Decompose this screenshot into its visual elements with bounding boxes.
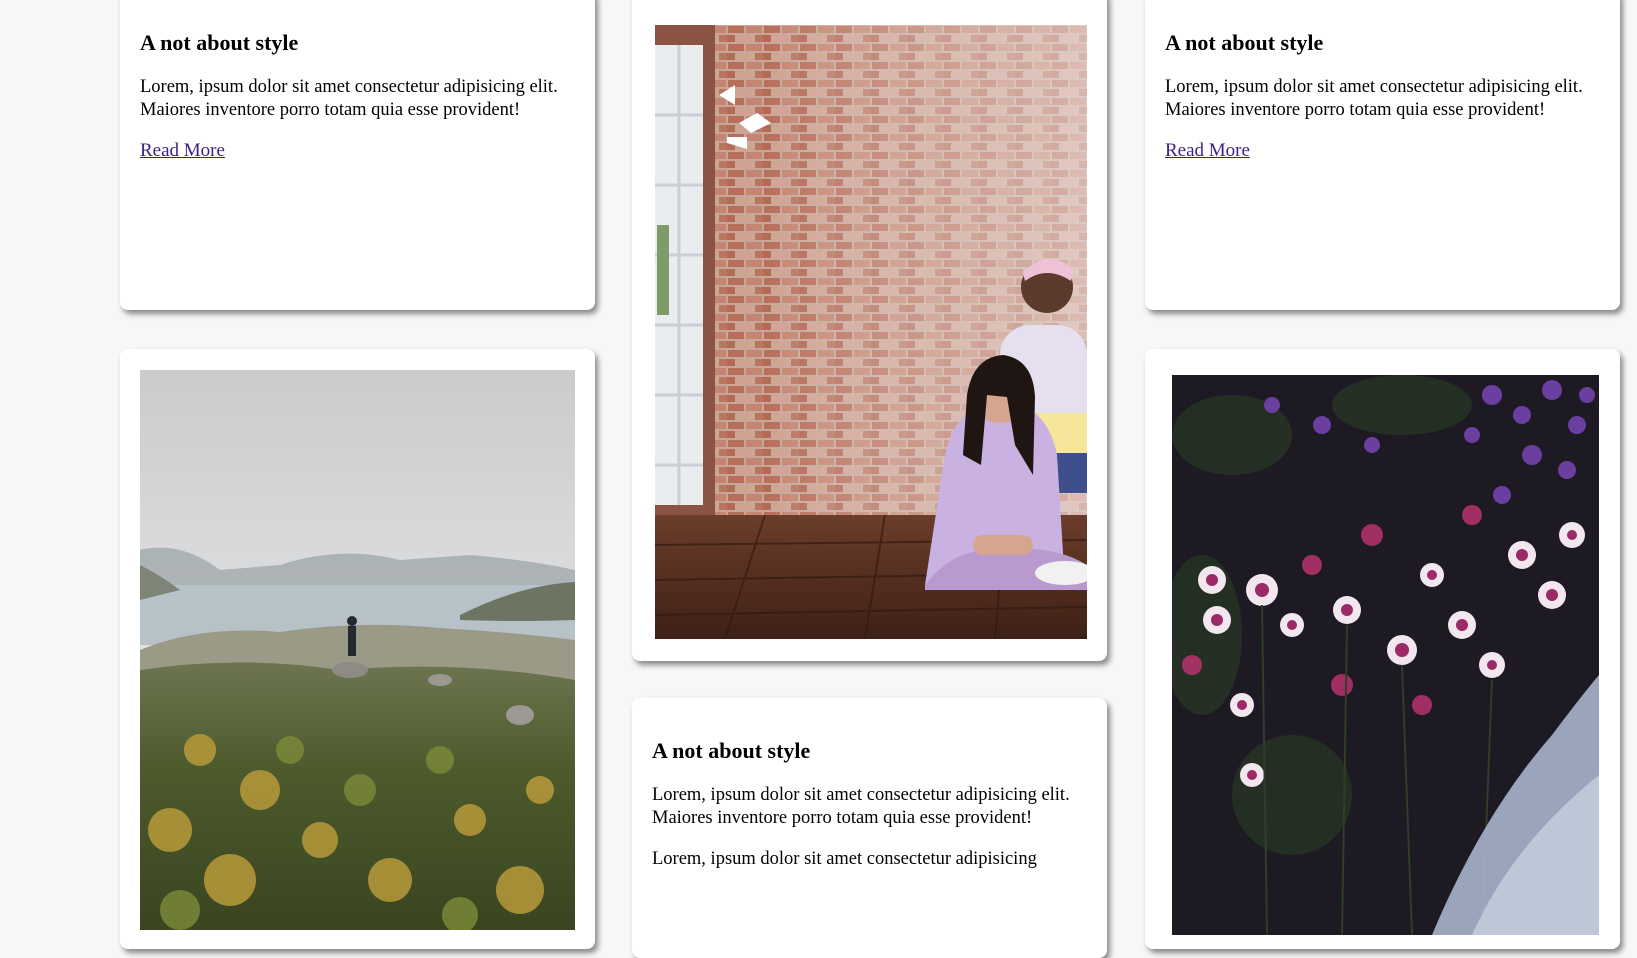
read-more-link[interactable]: Read More — [1165, 140, 1250, 161]
card-body-2: Lorem, ipsum dolor sit amet consectetur … — [652, 849, 1037, 870]
card-title: A not about style — [140, 30, 299, 55]
article-card-1: A not about style Lorem, ipsum dolor sit… — [120, 0, 595, 310]
card-body: Lorem, ipsum dolor sit amet consectetur … — [652, 785, 1070, 829]
image-card-mountain — [120, 349, 595, 949]
card-title: A not about style — [652, 738, 811, 763]
read-more-link[interactable]: Read More — [140, 140, 225, 161]
mountain-photo — [140, 370, 575, 930]
card-title: A not about style — [1165, 30, 1324, 55]
flowers-photo — [1172, 375, 1599, 935]
image-card-flowers — [1145, 349, 1620, 949]
image-card-loft — [632, 0, 1107, 661]
card-body: Lorem, ipsum dolor sit amet consectetur … — [140, 77, 558, 121]
article-card-3: A not about style Lorem, ipsum dolor sit… — [632, 698, 1107, 958]
article-card-2: A not about style Lorem, ipsum dolor sit… — [1145, 0, 1620, 310]
card-body: Lorem, ipsum dolor sit amet consectetur … — [1165, 77, 1583, 121]
loft-photo — [655, 25, 1087, 639]
